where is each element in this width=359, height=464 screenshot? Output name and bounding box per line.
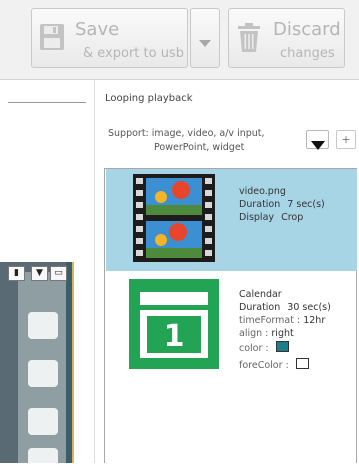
filmstrip-selection-border xyxy=(72,262,74,463)
display-row: Display Crop xyxy=(239,211,325,224)
preview-info-button[interactable]: ▮ xyxy=(8,266,25,281)
param-value: right xyxy=(271,328,294,339)
item-name: Calendar xyxy=(239,289,282,300)
support-types-line1: image, video, a/v input, xyxy=(151,128,265,139)
duration-row: Duration 30 sec(s) xyxy=(239,301,331,314)
playlist: video.png Duration 7 sec(s) Display Crop… xyxy=(104,168,357,463)
calendar-icon: 1 xyxy=(129,279,219,373)
support-info: Support: image, video, a/v input, PowerP… xyxy=(108,127,265,155)
color-swatch[interactable] xyxy=(275,341,289,352)
save-options-dropdown[interactable] xyxy=(190,8,220,68)
add-button[interactable]: + xyxy=(336,130,356,149)
save-export-button[interactable]: Save & export to usb xyxy=(31,8,188,68)
pane-divider[interactable] xyxy=(94,80,95,463)
duration-label: Duration xyxy=(239,302,281,313)
film-hole xyxy=(28,448,58,463)
param-align: align : right xyxy=(239,327,331,340)
playlist-item-calendar[interactable]: 1 Calendar Duration 30 sec(s) timeFormat… xyxy=(106,271,357,464)
param-label: align : xyxy=(239,328,269,339)
calendar-icon-number: 1 xyxy=(164,319,185,354)
discard-label: Discard xyxy=(273,19,341,40)
trash-icon xyxy=(237,23,261,57)
info-icon: ▮ xyxy=(14,268,19,278)
calendar-item-details: Calendar Duration 30 sec(s) timeFormat :… xyxy=(239,288,331,372)
plus-icon: + xyxy=(341,133,351,146)
toolbar: Save & export to usb Discard changes xyxy=(0,0,359,80)
filmstrip-preview xyxy=(0,262,72,463)
chevron-down-icon xyxy=(199,33,211,52)
param-label: foreColor : xyxy=(239,360,289,371)
param-color: color : xyxy=(239,341,331,355)
param-label: timeFormat : xyxy=(239,315,301,326)
section-title: Looping playback xyxy=(105,93,193,104)
discard-changes-button[interactable]: Discard changes xyxy=(228,8,345,68)
playlist-item-video[interactable]: video.png Duration 7 sec(s) Display Crop xyxy=(106,169,357,271)
film-hole xyxy=(28,408,58,435)
param-value: 12hr xyxy=(303,315,326,326)
add-content-dropdown[interactable] xyxy=(306,130,329,150)
chevron-down-icon xyxy=(311,135,325,154)
folder-icon: ▭ xyxy=(54,268,63,278)
param-time-format: timeFormat : 12hr xyxy=(239,314,331,327)
preview-menu-button[interactable]: ▼ xyxy=(31,266,48,281)
floppy-disk-icon xyxy=(39,23,65,55)
display-label: Display xyxy=(239,212,275,223)
support-types-line2: PowerPoint, widget xyxy=(154,142,245,153)
discard-sublabel: changes xyxy=(280,46,335,61)
duration-value: 30 xyxy=(287,302,300,313)
save-label: Save xyxy=(75,19,120,40)
divider-line xyxy=(8,102,86,103)
support-label: Support: xyxy=(108,128,149,139)
video-thumbnail-icon xyxy=(133,174,215,266)
save-sublabel: & export to usb xyxy=(83,46,184,61)
duration-label: Duration xyxy=(239,199,281,210)
film-hole xyxy=(28,312,58,339)
display-value: Crop xyxy=(281,212,304,223)
preview-mini-toolbar: ▮ ▼ ▭ xyxy=(4,266,70,282)
film-hole xyxy=(28,360,58,387)
duration-value: 7 xyxy=(287,199,294,210)
item-name: video.png xyxy=(239,186,286,197)
duration-row: Duration 7 sec(s) xyxy=(239,198,325,211)
video-item-details: video.png Duration 7 sec(s) Display Crop xyxy=(239,185,325,224)
duration-unit: sec(s) xyxy=(302,302,331,313)
chevron-down-icon: ▼ xyxy=(36,268,43,278)
duration-unit: sec(s) xyxy=(296,199,325,210)
param-label: color : xyxy=(239,343,269,354)
preview-folder-button[interactable]: ▭ xyxy=(50,266,67,281)
param-fore-color: foreColor : xyxy=(239,358,331,372)
fore-color-swatch[interactable] xyxy=(295,358,309,369)
